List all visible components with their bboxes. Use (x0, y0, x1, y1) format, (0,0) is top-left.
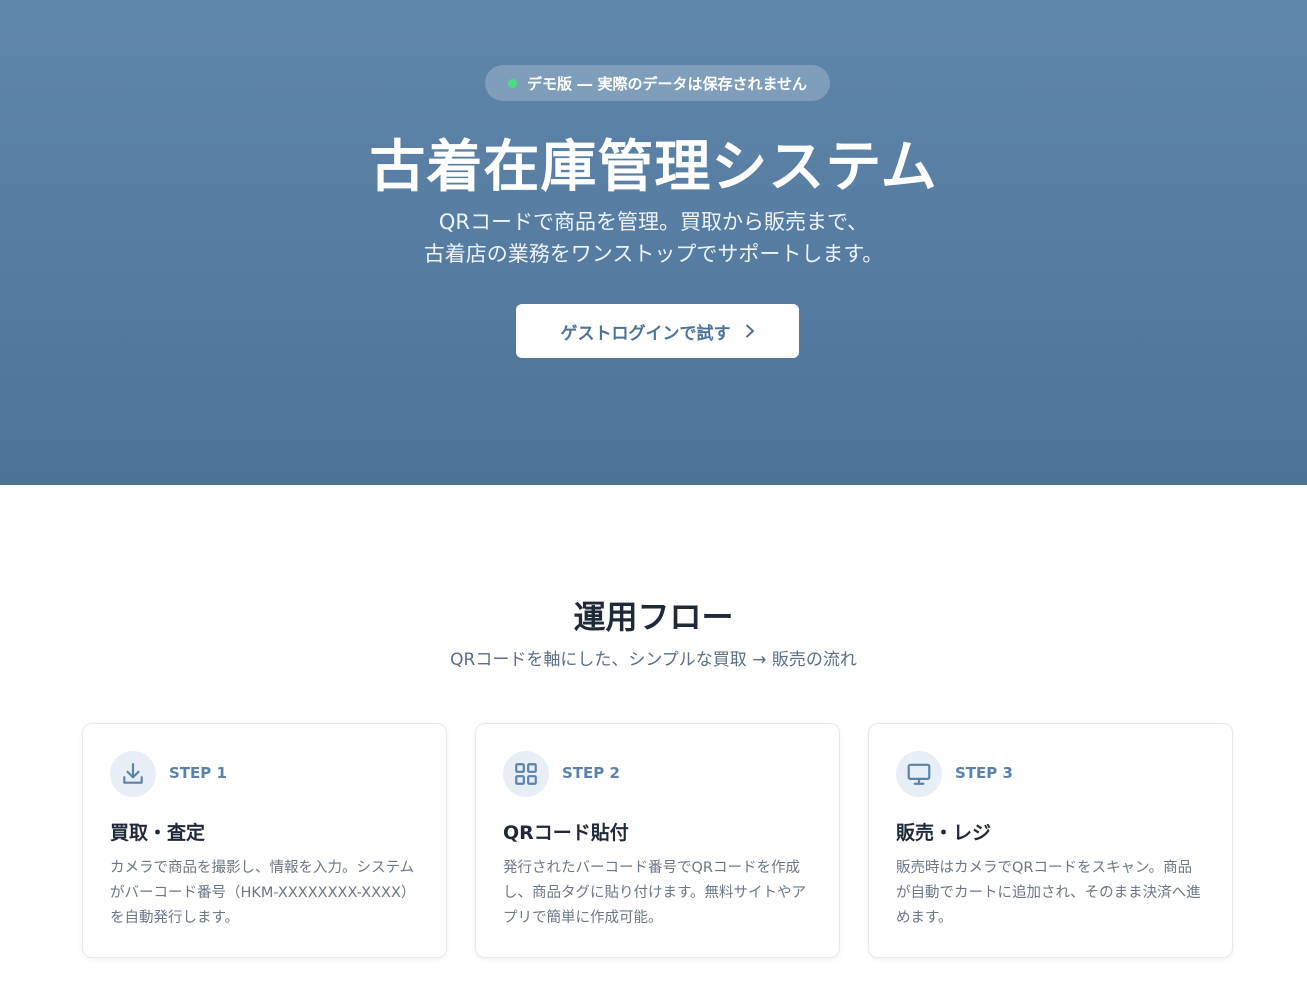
demo-badge-text: デモ版 ― 実際のデータは保存されません (527, 74, 807, 93)
step-description: 販売時はカメラでQRコードをスキャン。商品が自動でカートに追加され、そのまま決済… (896, 860, 1201, 926)
hero-subtitle: QRコードで商品を管理。買取から販売まで、 古着店の業務をワンストップでサポート… (0, 206, 1307, 270)
step-label: STEP 3 (955, 764, 1013, 782)
step-label: STEP 2 (562, 764, 620, 782)
step-card-2: STEP 2 QRコード貼付 発行されたバーコード番号でQRコードを作成し、商品… (475, 723, 840, 958)
download-icon (110, 751, 156, 797)
grid-icon (503, 751, 549, 797)
step-title: 販売・レジ (896, 822, 992, 844)
hero-subtitle-line1: QRコードで商品を管理。買取から販売まで、 (438, 210, 869, 234)
hero-section: デモ版 ― 実際のデータは保存されません 古着在庫管理システム QRコードで商品… (0, 0, 1307, 485)
guest-login-button[interactable]: ゲストログインで試す (516, 304, 799, 358)
status-dot-icon (508, 78, 517, 88)
demo-badge: デモ版 ― 実際のデータは保存されません (485, 65, 830, 101)
monitor-icon (896, 751, 942, 797)
hero-title: 古着在庫管理システム (369, 135, 938, 200)
step-label: STEP 1 (169, 764, 227, 782)
step-description: カメラで商品を撮影し、情報を入力。システムがバーコード番号（HKM-XXXXXX… (110, 860, 416, 926)
step-title: 買取・査定 (110, 822, 206, 844)
step-card-1: STEP 1 買取・査定 カメラで商品を撮影し、情報を入力。システムがバーコード… (82, 723, 447, 958)
chevron-right-icon (745, 324, 755, 338)
hero-subtitle-line2: 古着店の業務をワンストップでサポートします。 (423, 242, 884, 266)
guest-login-label: ゲストログインで試す (560, 323, 731, 344)
flow-subtitle: QRコードを軸にした、シンプルな買取 → 販売の流れ (450, 650, 857, 670)
flow-title: 運用フロー (573, 598, 734, 636)
step-card-3: STEP 3 販売・レジ 販売時はカメラでQRコードをスキャン。商品が自動でカー… (868, 723, 1233, 958)
step-description: 発行されたバーコード番号でQRコードを作成し、商品タグに貼り付けます。無料サイト… (503, 860, 807, 926)
step-title: QRコード貼付 (503, 822, 629, 844)
